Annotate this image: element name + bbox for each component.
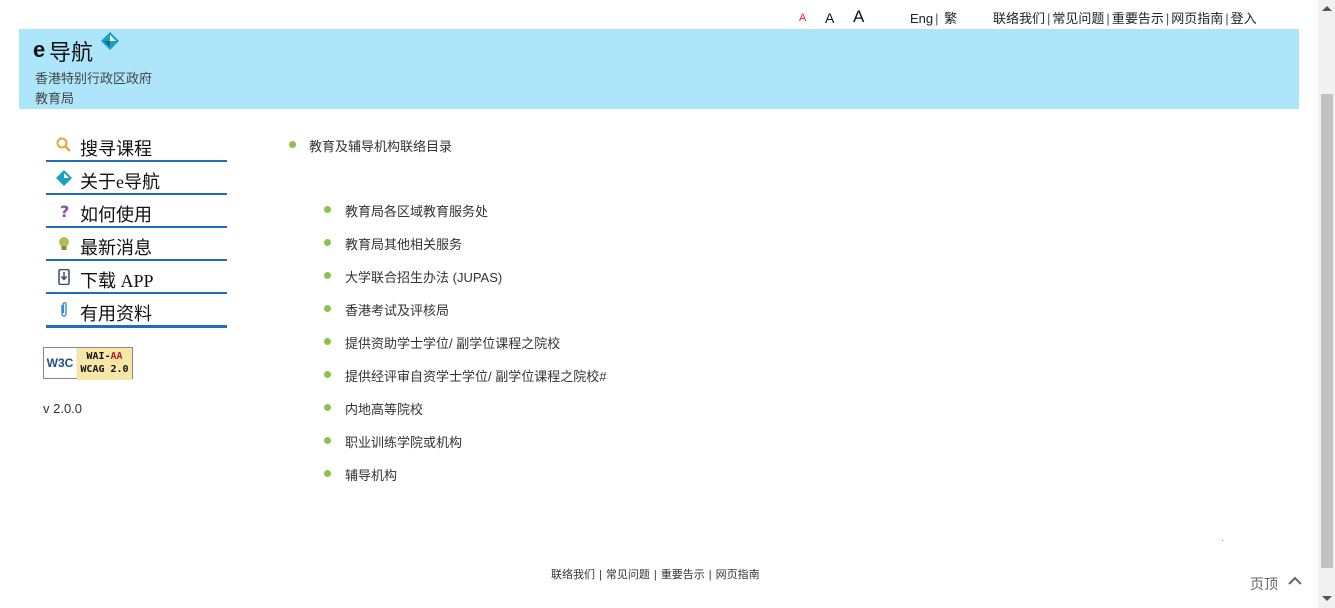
sidebar-item-label: 关于e导航 [80,172,160,192]
bullet [324,239,331,246]
decorative-dot [1222,540,1223,541]
top-link-contact[interactable]: 联络我们 [993,11,1045,26]
list-item[interactable]: 教育局其他相关服务 [345,234,462,253]
footer-link-contact[interactable]: 联络我们 [551,569,595,581]
list-item[interactable]: 香港考试及评核局 [345,300,449,319]
wcag-label: WAI-AA WCAG 2.0 [77,348,132,380]
sidebar-item-news[interactable]: 最新消息 [46,228,227,261]
sidebar-nav: 搜寻课程 关于e导航 ? 如何使用 最新消息 下载 APP 有用资料 [46,129,227,328]
bullet [324,338,331,345]
sidebar-item-label: 最新消息 [80,238,152,258]
sidebar-item-resources[interactable]: 有用资料 [46,294,227,328]
list-item[interactable]: 辅导机构 [345,465,397,484]
wcag-badge[interactable]: W3C WAI-AA WCAG 2.0 [43,347,133,380]
sidebar-item-how-to-use[interactable]: ? 如何使用 [46,195,227,228]
bullet [324,371,331,378]
top-links: 联络我们 | 常见问题 | 重要告示 | 网页指南 | 登入 [993,8,1257,27]
badge-wai: WAI- [86,351,111,362]
sidebar-item-label: 搜寻课程 [80,139,152,159]
bullet [324,272,331,279]
question-icon: ? [60,203,69,219]
divider: | [935,11,939,26]
bullet [324,470,331,477]
bullet [324,404,331,411]
bullet [324,437,331,444]
footer-links: 联络我们 | 常见问题 | 重要告示 | 网页指南 [551,566,760,582]
sidebar-item-about[interactable]: 关于e导航 [46,162,227,195]
top-link-faq[interactable]: 常见问题 [1052,11,1104,26]
list-item[interactable]: 提供经评审自资学士学位/ 副学位课程之院校# [345,366,606,385]
header-banner: e 导航 香港特别行政区政府 教育局 [19,29,1299,109]
font-size-medium-button[interactable]: A [825,10,834,26]
divider: | [1106,11,1110,26]
paperclip-icon [61,302,67,317]
badge-aa: AA [110,351,123,362]
scrollbar-thumb[interactable] [1321,94,1333,568]
font-size-large-button[interactable]: A [853,7,864,27]
list-item[interactable]: 职业训练学院或机构 [345,432,462,451]
bullet [289,141,296,148]
footer-link-guide[interactable]: 网页指南 [716,569,760,581]
chevron-up-icon[interactable] [1288,576,1302,586]
enav-logo-icon [56,170,72,186]
sidebar-item-label: 有用资料 [80,304,152,324]
divider: | [1225,11,1229,26]
lang-english-link[interactable]: Eng [910,11,933,26]
font-size-small-button[interactable]: A [799,12,806,24]
phone-download-icon [58,269,70,285]
top-link-notices[interactable]: 重要告示 [1112,11,1164,26]
divider: | [708,569,712,581]
magnifier-icon [56,137,71,152]
divider: | [653,569,657,581]
bullet [324,305,331,312]
svg-text:?: ? [60,203,69,219]
lang-traditional-link[interactable]: 繁 [944,11,957,26]
language-switcher: Eng | 繁 [910,8,957,27]
sidebar-item-label: 下载 APP [80,271,154,291]
sidebar-item-label: 如何使用 [80,205,152,225]
bullet [324,206,331,213]
bureau-name: 教育局 [35,91,75,106]
back-to-top-link[interactable]: 页顶 [1250,574,1278,594]
scroll-up-arrow-icon[interactable] [1322,6,1332,11]
divider: | [1047,11,1051,26]
footer-link-faq[interactable]: 常见问题 [606,569,650,581]
sidebar-item-search[interactable]: 搜寻课程 [46,129,227,162]
w3c-logo: W3C [44,348,76,378]
divider: | [1165,11,1170,26]
scroll-down-arrow-icon[interactable] [1322,596,1332,601]
logo-title[interactable]: 导航 [49,35,93,67]
logo-e: e [33,37,46,62]
list-item[interactable]: 大学联合招生办法 (JUPAS) [345,267,502,286]
footer-link-notices[interactable]: 重要告示 [661,569,705,581]
enav-logo-icon [101,32,119,50]
badge-wcag: WCAG 2.0 [80,364,129,375]
government-name: 香港特别行政区政府 [35,71,153,86]
section-heading: 教育及辅导机构联络目录 [309,139,453,154]
top-link-login[interactable]: 登入 [1231,11,1257,26]
list-item[interactable]: 内地高等院校 [345,399,423,418]
list-item[interactable]: 教育局各区域教育服务处 [345,201,488,220]
top-link-guide[interactable]: 网页指南 [1171,11,1223,26]
divider: | [599,569,602,581]
version-label: v 2.0.0 [43,401,83,416]
list-item[interactable]: 提供资助学士学位/ 副学位课程之院校 [345,333,560,352]
lightbulb-icon [59,237,69,250]
sidebar-item-download-app[interactable]: 下载 APP [46,261,227,294]
